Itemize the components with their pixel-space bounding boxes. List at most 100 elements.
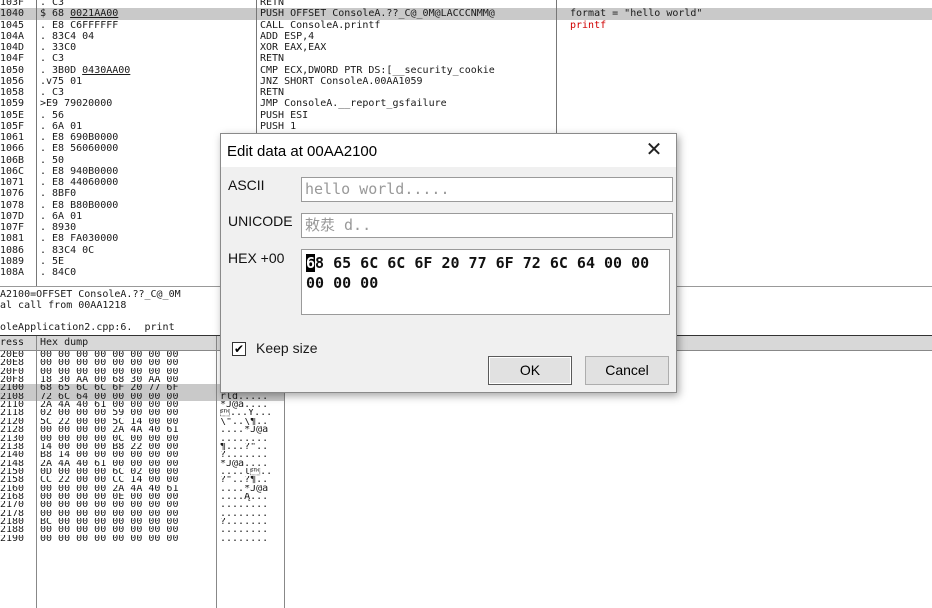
disasm-instruction: CALL ConsoleA.printf [260,19,381,31]
dump-row[interactable]: 2120 5C 22 00 00 5C 14 00 00 \"..\¶.. [0,418,284,426]
dump-ascii: ........ [220,534,269,544]
dump-hex-bytes: 14 00 00 00 B8 22 00 00 [40,442,179,452]
dump-address: 2190 [0,534,25,544]
dump-row[interactable]: 2148 2A 4A 40 61 00 00 00 00 *J@a.... [0,460,284,468]
dump-ascii: ....Ą... [220,492,269,502]
dump-row[interactable]: 2170 00 00 00 00 00 00 00 00........ [0,501,284,509]
disasm-instruction: JMP ConsoleA.__report_gsfailure [260,98,447,110]
dump-row[interactable]: 2118 02 00 00 00 59 00 00 00 ...Y... [0,409,284,417]
dump-hex-bytes: 72 6C 64 00 00 00 00 00 [40,392,179,402]
dump-hex-bytes: 00 00 00 00 00 00 00 00 [40,501,179,510]
dump-row[interactable]: 2128 00 00 00 00 2A 4A 40 61 ....*J@a [0,426,284,434]
disasm-row[interactable]: 104A . 83C4 04 ADD ESP,4 [0,31,932,42]
disasm-address: 103F [0,0,25,8]
hex-field[interactable]: 68 65 6C 6C 6F 20 77 6F 72 6C 64 00 00 0… [301,249,670,315]
disasm-address: 107F [0,222,25,233]
dump-hex-bytes: B8 14 00 00 00 00 00 00 [40,451,179,460]
dump-row[interactable]: 2190 00 00 00 00 00 00 00 00........ [0,535,284,543]
disasm-row[interactable]: 1045 . E8 C6FFFFFF CALL ConsoleA.printf pri… [0,20,932,31]
disasm-address: 1089 [0,255,25,267]
dump-row[interactable]: 2108 72 6C 64 00 00 00 00 00 rld..... [0,392,284,402]
hex-label: HEX +00 [228,250,285,266]
disasm-row[interactable]: 104F . C3 RETN [0,53,932,64]
disasm-instruction: PUSH ESI [260,109,309,121]
disasm-address: 1061 [0,132,25,143]
disasm-address: 1059 [0,98,25,110]
dump-row[interactable]: 2180 BC 00 00 00 00 00 00 00?....... [0,518,284,526]
dump-row[interactable]: 2178 00 00 00 00 00 00 00 00........ [0,510,284,518]
hex-cursor: 6 [306,254,316,272]
dump-ascii: ........ [220,434,269,443]
dump-address: 2170 [0,501,25,510]
dump-ascii: ........ [220,501,269,510]
dump-row[interactable]: 2110 2A 4A 40 61 00 00 00 00 *J@a.... [0,401,284,409]
dump-address: 2138 [0,442,25,452]
disasm-row[interactable]: 1056 .v75 01 JNZ SHORT ConsoleA.00AA1059 [0,76,932,87]
dump-row[interactable]: 2168 00 00 00 00 0E 00 00 00 ....Ą... [0,493,284,501]
dump-row[interactable]: 2150 0D 00 00 00 6C 02 00 00 ....l.. [0,468,284,476]
dump-ascii: rld..... [220,392,269,402]
disasm-row[interactable]: 1040 $ 68 0021AA00 PUSH OFFSET ConsoleA.??… [0,8,932,20]
disasm-hex: . E8 44060000 [40,177,119,188]
dump-ascii: ....l.. [220,467,273,477]
dump-hex-bytes: 2A 4A 40 61 00 00 00 00 [40,401,179,410]
disasm-row[interactable]: 1059 >E9 79020000 JMP ConsoleA.__report_gs… [0,98,932,109]
dump-ascii: ?....... [220,518,269,527]
dump-address: 2158 [0,476,25,485]
info-line-3: oleApplication2.cpp:6. print [0,322,175,333]
disasm-row[interactable]: 1058 . C3 RETN [0,87,932,98]
close-icon[interactable]: ✕ [632,134,676,167]
ascii-field[interactable]: hello world..... [301,177,673,202]
ok-button[interactable]: OK [488,356,572,385]
dump-address: 20E8 [0,359,25,368]
dump-address: 2148 [0,459,25,468]
dump-hex-bytes: 00 00 00 00 00 00 00 00 [40,359,179,368]
cancel-button[interactable]: Cancel [585,356,669,385]
disasm-row[interactable]: 105F . 6A 01 PUSH 1 [0,121,932,132]
disasm-instruction: XOR EAX,EAX [260,42,327,53]
dump-hex-bytes: 00 00 00 00 00 00 00 00 [40,534,179,544]
dump-address: 2120 [0,417,25,427]
disasm-hex: . 56 [40,109,65,121]
dump-address: 2160 [0,484,25,493]
disasm-hex: . 50 [40,154,65,166]
disasm-hex: . 8930 [40,222,77,233]
dump-row[interactable]: 2160 00 00 00 00 2A 4A 40 61 ....*J@a [0,485,284,493]
dump-row[interactable]: 2140 B8 14 00 00 00 00 00 00?....... [0,451,284,459]
dump-row[interactable]: 2158 CC 22 00 00 CC 14 00 00 ?"..?¶.. [0,476,284,484]
dump-address: 2150 [0,467,25,477]
disasm-comment: format = "hello world" [570,8,703,20]
dump-address: 20F0 [0,367,25,377]
checkbox-check-icon[interactable]: ✔ [232,342,246,356]
keep-size-label[interactable]: Keep size [256,340,317,356]
disasm-row[interactable]: 103F . C3 RETN [0,0,932,8]
dump-hex-bytes: BC 00 00 00 00 00 00 00 [40,518,179,527]
disasm-address: 1058 [0,87,25,98]
disasm-hex: . 6A 01 [40,120,83,132]
dump-address: 2168 [0,492,25,502]
disasm-instruction: PUSH 1 [260,120,297,132]
hex-dump-column-header[interactable]: Hex dump [40,337,88,348]
dialog-titlebar[interactable]: Edit data at 00AA2100 ✕ [221,134,676,167]
disasm-row[interactable]: 105E . 56 PUSH ESI [0,110,932,121]
dump-hex-bytes: 18 30 AA 00 68 30 AA 00 [40,376,179,385]
disasm-instruction: RETN [260,53,285,65]
dump-row[interactable]: 2138 14 00 00 00 B8 22 00 00 ¶...?".. [0,443,284,451]
dialog-title: Edit data at 00AA2100 [227,143,378,160]
dump-row[interactable]: 2188 00 00 00 00 00 00 00 00........ [0,526,284,534]
disasm-hex: . E8 940B0000 [40,165,119,177]
dump-row[interactable]: 2130 00 00 00 00 0C 00 00 00........ [0,435,284,443]
disasm-instruction: PUSH OFFSET ConsoleA.??_C@_0M@LACCCNMM@ [260,8,495,20]
disasm-row[interactable]: 104D . 33C0 XOR EAX,EAX [0,42,932,53]
dump-address: 2128 [0,426,25,435]
unicode-field[interactable]: 敕汬 d.. [301,213,673,238]
disasm-hex: . E8 FA030000 [40,233,119,245]
disasm-row[interactable]: 1050 . 3B0D 0430AA00 CMP ECX,DWORD PTR DS:… [0,65,932,76]
disasm-instruction: RETN [260,87,285,98]
disasm-hex: . C3 [40,87,65,98]
address-column-header[interactable]: ress [0,337,24,348]
disasm-instruction: ADD ESP,4 [260,30,315,42]
dump-hex-bytes: 00 00 00 00 00 00 00 00 [40,367,179,377]
disasm-address: 104D [0,42,25,53]
dump-address: 2188 [0,526,25,535]
